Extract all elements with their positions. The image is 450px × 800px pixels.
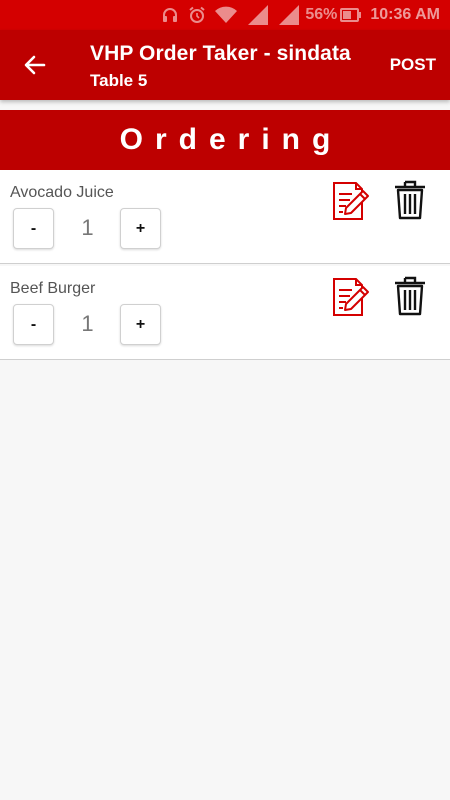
item-name: Beef Burger (10, 280, 96, 297)
quantity-value: 1 (81, 215, 94, 240)
battery-percentage: 56% (305, 6, 338, 23)
signal-icon (246, 5, 269, 25)
item-name: Avocado Juice (10, 184, 114, 201)
post-button[interactable]: POST (390, 55, 436, 75)
decrease-quantity-button[interactable]: - (13, 304, 54, 345)
back-button[interactable] (18, 50, 52, 80)
app-bar: VHP Order Taker - sindata Table 5 POST (0, 30, 450, 100)
signal-icon (277, 5, 300, 25)
status-time: 10:36 AM (370, 6, 440, 23)
edit-note-icon[interactable] (330, 180, 370, 227)
order-list: Avocado Juice - 1 + Beef Burger - 1 + (0, 170, 450, 362)
increase-quantity-button[interactable]: + (120, 304, 161, 345)
order-item: Avocado Juice - 1 + (0, 170, 450, 264)
trash-icon[interactable] (393, 276, 427, 321)
decrease-quantity-button[interactable]: - (13, 208, 54, 249)
app-title: VHP Order Taker - sindata (90, 42, 351, 65)
wifi-icon (215, 6, 238, 24)
alarm-icon (188, 6, 206, 24)
status-bar: 56% 10:36 AM (0, 0, 450, 30)
trash-icon[interactable] (393, 180, 427, 225)
battery-icon (340, 7, 362, 23)
table-subtitle: Table 5 (90, 71, 148, 90)
headphones-icon (161, 6, 179, 24)
arrow-left-icon (23, 53, 47, 77)
quantity-value: 1 (81, 311, 94, 336)
edit-note-icon[interactable] (330, 276, 370, 323)
increase-quantity-button[interactable]: + (120, 208, 161, 249)
ordering-header: Ordering (0, 110, 450, 170)
order-item: Beef Burger - 1 + (0, 266, 450, 360)
